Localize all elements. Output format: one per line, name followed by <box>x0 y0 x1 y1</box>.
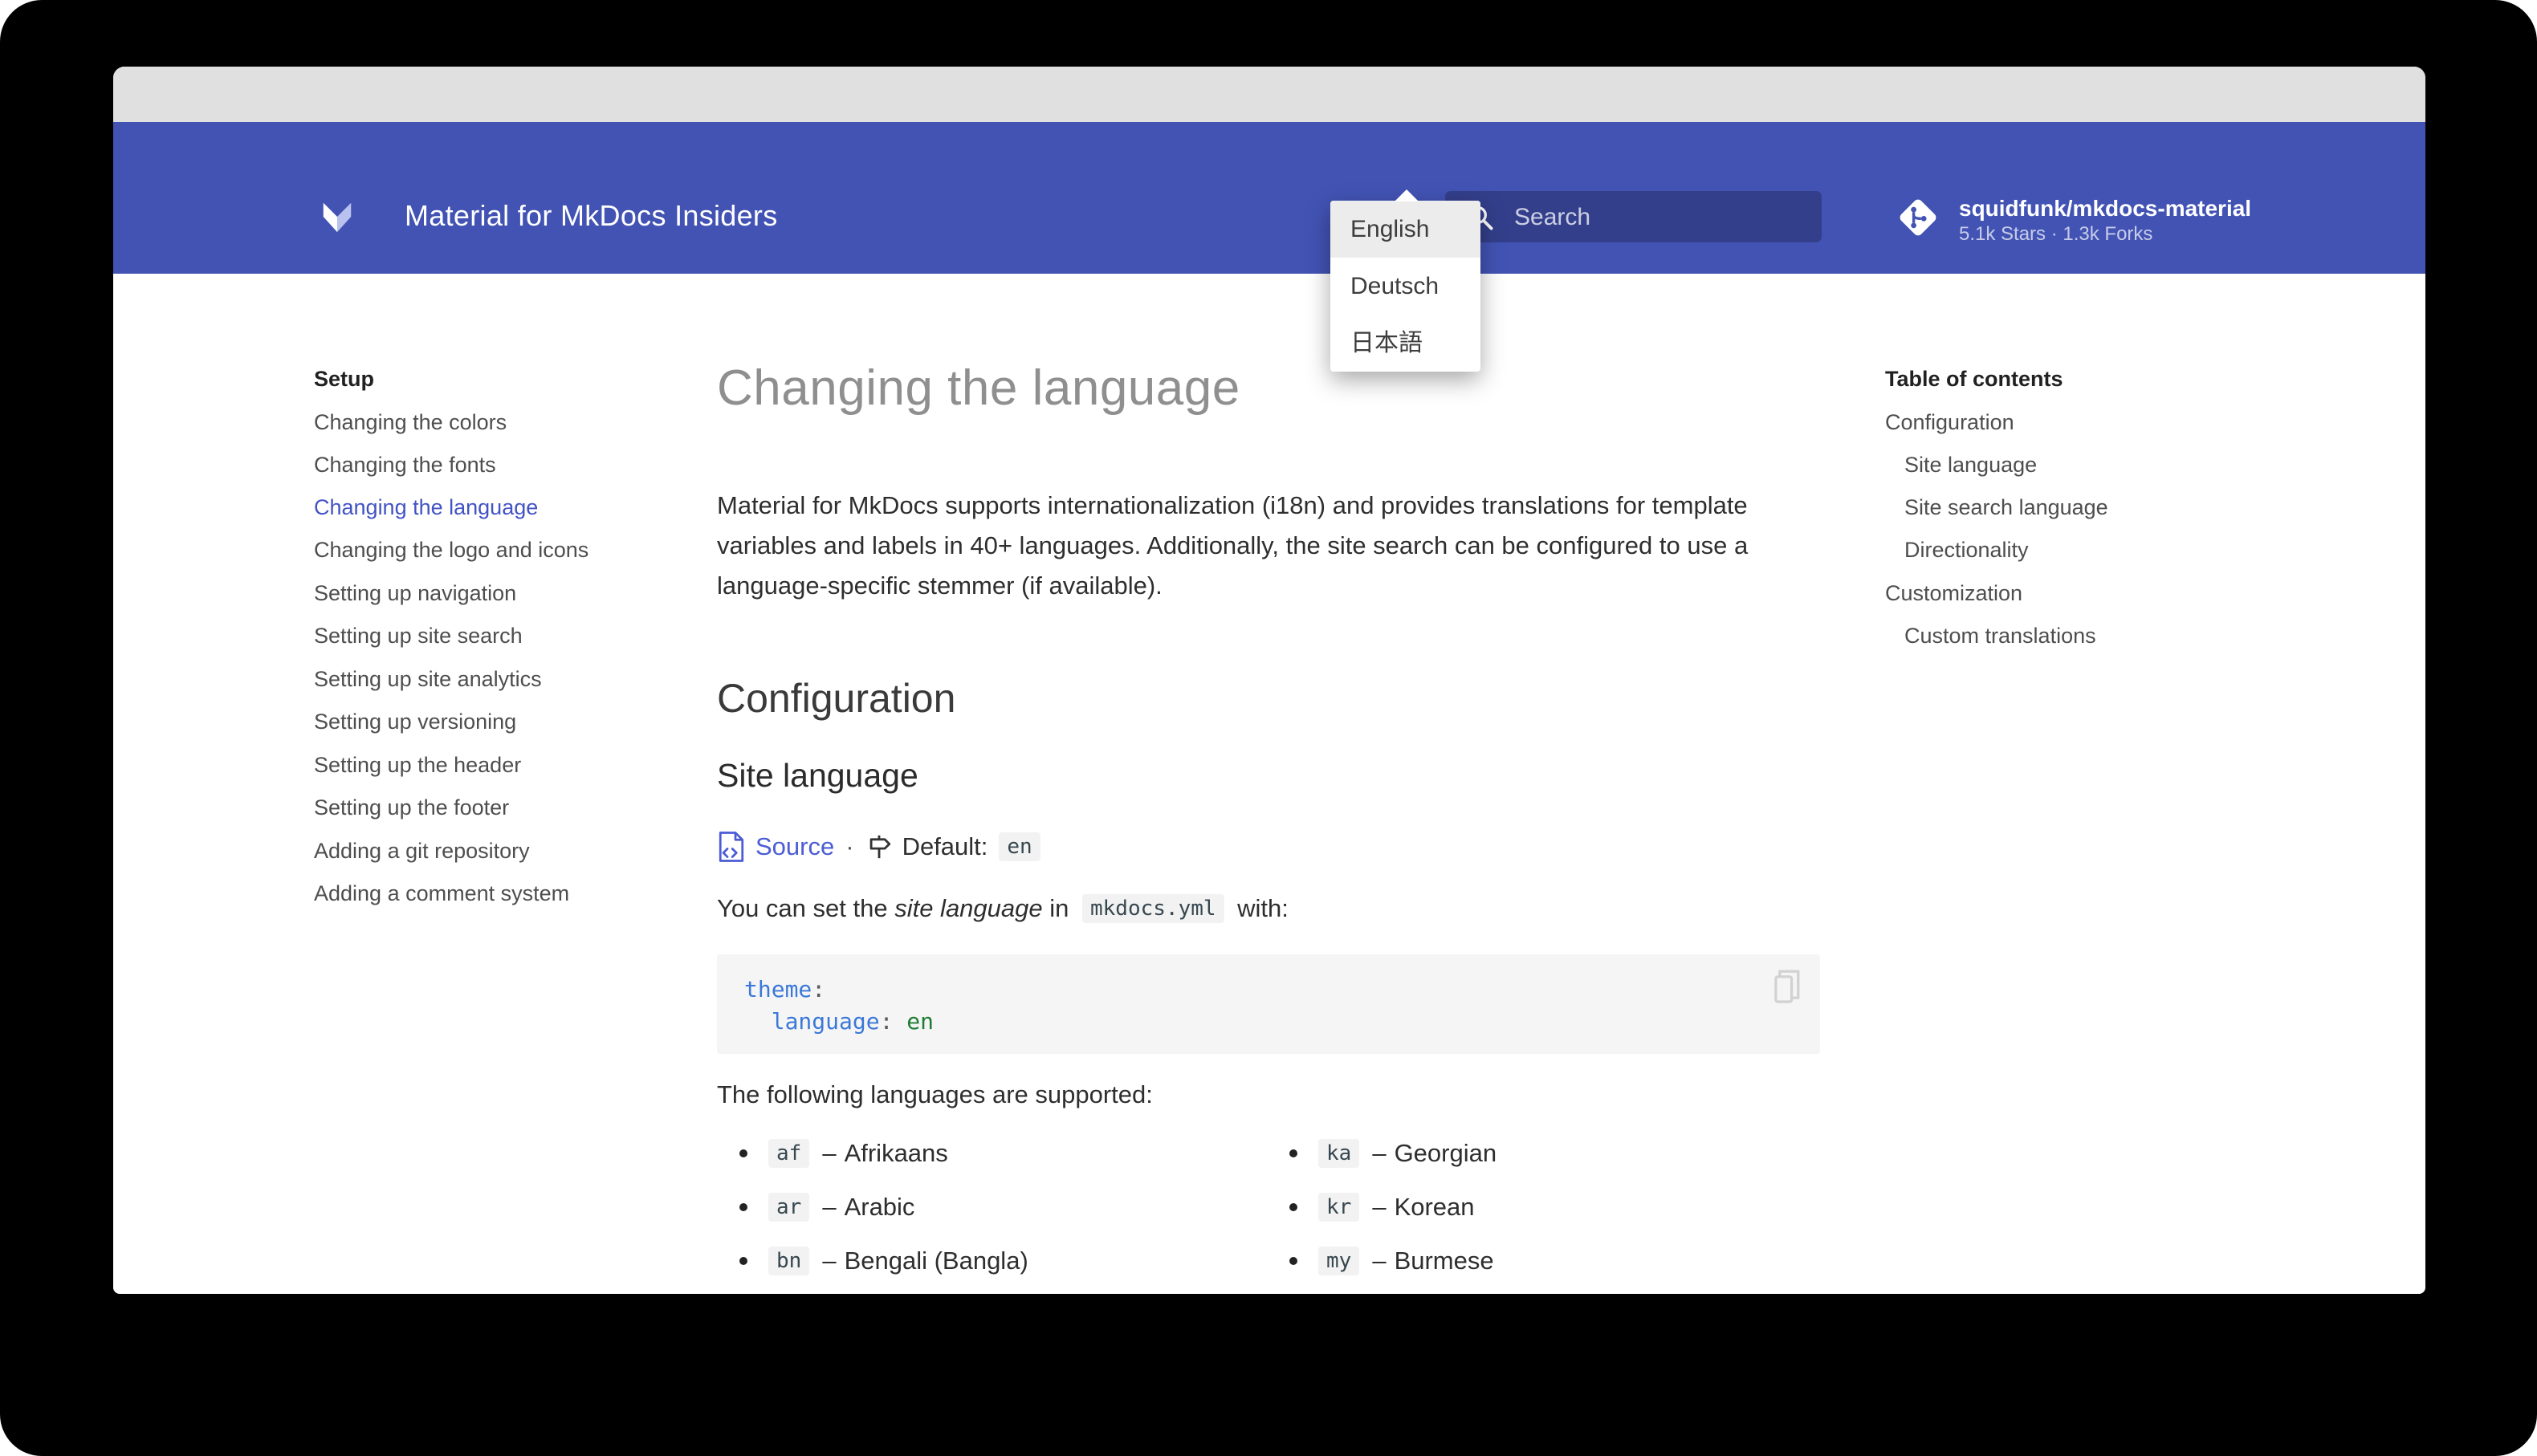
search-input[interactable] <box>1513 191 1805 244</box>
git-icon <box>1900 199 1936 236</box>
sidebar-item-footer[interactable]: Setting up the footer <box>314 795 509 820</box>
setpara-pre: You can set the <box>717 894 895 922</box>
lang-code-chip: kr <box>1318 1192 1360 1222</box>
milestone-flag-icon <box>869 835 890 859</box>
language-list-left: af – Afrikaans ar – Arabic bn – Bengali … <box>717 1126 1028 1287</box>
repo-link[interactable]: squidfunk/mkdocs-material 5.1k Stars · 1… <box>1896 196 2251 246</box>
lang-code-chip: af <box>768 1138 810 1168</box>
app-header: Material for MkDocs Insiders Home Gettin… <box>113 122 2425 303</box>
heading-configuration: Configuration <box>717 676 956 721</box>
repo-name: squidfunk/mkdocs-material <box>1959 196 2252 221</box>
toc-item-site-search-language[interactable]: Site search language <box>1904 495 2108 520</box>
bullet <box>739 1256 747 1265</box>
source-link[interactable]: Source <box>755 832 834 861</box>
browser-window: Material for MkDocs Insiders Home Gettin… <box>113 67 2425 1294</box>
language-option-english[interactable]: English <box>1330 201 1480 258</box>
language-option-japanese[interactable]: 日本語 <box>1330 315 1480 372</box>
tab-home[interactable]: Home <box>314 278 374 303</box>
setpara-mid: in <box>1042 894 1076 922</box>
toc-item-site-language[interactable]: Site language <box>1904 453 2037 478</box>
lang-code-chip: bn <box>768 1246 810 1275</box>
code-value-en: en <box>906 1008 935 1035</box>
toc-item-configuration[interactable]: Configuration <box>1885 410 2014 435</box>
set-language-paragraph: You can set the site language in mkdocs.… <box>717 894 1289 923</box>
lang-name: Korean <box>1394 1192 1475 1221</box>
bullet <box>1289 1149 1297 1157</box>
lang-name: Georgian <box>1394 1138 1497 1167</box>
setpara-italic: site language <box>894 894 1043 922</box>
default-label: Default: <box>902 832 988 860</box>
setpara-post: with: <box>1230 894 1289 922</box>
bullet <box>1289 1202 1297 1211</box>
lang-name: Arabic <box>844 1192 915 1221</box>
list-item: ar – Arabic <box>717 1180 1028 1234</box>
sidebar-item-changing-fonts[interactable]: Changing the fonts <box>314 453 496 478</box>
sidebar-item-logo-icons[interactable]: Changing the logo and icons <box>314 538 588 563</box>
sidebar-item-versioning[interactable]: Setting up versioning <box>314 710 516 734</box>
bullet <box>1289 1256 1297 1265</box>
toc-item-custom-translations[interactable]: Custom translations <box>1904 624 2096 649</box>
lang-name: Burmese <box>1394 1246 1494 1275</box>
list-item: af – Afrikaans <box>717 1126 1028 1180</box>
sidebar-item-comment-system[interactable]: Adding a comment system <box>314 881 569 906</box>
language-option-deutsch[interactable]: Deutsch <box>1330 258 1480 315</box>
source-default-line: Source · Default: en <box>717 828 1040 866</box>
language-menu-arrow <box>1395 189 1419 201</box>
material-mkdocs-logo[interactable] <box>318 197 356 234</box>
toc-title: Table of contents <box>1885 367 2063 391</box>
lang-name: Afrikaans <box>844 1138 948 1167</box>
sidebar-item-changing-colors[interactable]: Changing the colors <box>314 410 507 435</box>
sidebar-item-navigation[interactable]: Setting up navigation <box>314 581 516 606</box>
repo-stats: 5.1k Stars · 1.3k Forks <box>1959 223 2153 245</box>
tab-getting-started[interactable]: Getting started <box>420 278 568 303</box>
screenshot-backdrop: Material for MkDocs Insiders Home Gettin… <box>0 0 2537 1456</box>
sidebar-item-site-analytics[interactable]: Setting up site analytics <box>314 667 542 692</box>
page-title: Changing the language <box>717 360 1240 416</box>
sidebar-section-title: Setup <box>314 367 375 391</box>
lang-code-chip: ka <box>1318 1138 1360 1168</box>
heading-site-language: Site language <box>717 757 918 794</box>
code-block: theme: language: en <box>717 954 1820 1054</box>
list-item: kr – Korean <box>1267 1180 1497 1234</box>
bullet <box>739 1202 747 1211</box>
supported-languages-intro: The following languages are supported: <box>717 1080 1153 1108</box>
file-code-icon <box>719 832 744 862</box>
list-item: ka – Georgian <box>1267 1126 1497 1180</box>
code-keyword-language: language <box>771 1008 880 1035</box>
tab-changelog[interactable]: Changelog <box>870 278 979 303</box>
default-value-chip: en <box>999 832 1040 861</box>
separator-dot: · <box>845 832 854 860</box>
tab-reference[interactable]: Reference <box>721 278 825 303</box>
code-keyword-theme: theme <box>744 976 812 1003</box>
mkdocs-yml-chip: mkdocs.yml <box>1082 894 1224 923</box>
sidebar-item-header[interactable]: Setting up the header <box>314 753 521 778</box>
language-list-right: ka – Georgian kr – Korean my – Burmese <box>1267 1126 1497 1287</box>
lang-code-chip: my <box>1318 1246 1360 1275</box>
list-item: bn – Bengali (Bangla) <box>717 1234 1028 1287</box>
sidebar-item-git-repository[interactable]: Adding a git repository <box>314 839 530 864</box>
list-item: my – Burmese <box>1267 1234 1497 1287</box>
site-title[interactable]: Material for MkDocs Insiders <box>405 199 778 233</box>
window-titlebar[interactable] <box>113 67 2425 169</box>
copy-icon[interactable] <box>1770 969 1802 1006</box>
bullet <box>739 1149 747 1157</box>
nav-tabs: Home Getting started Setup Reference Cha… <box>314 278 979 303</box>
lang-code-chip: ar <box>768 1192 810 1222</box>
sidebar-item-changing-language[interactable]: Changing the language <box>314 495 538 520</box>
toc-item-customization[interactable]: Customization <box>1885 581 2022 606</box>
lang-name: Bengali (Bangla) <box>844 1246 1028 1275</box>
toc-item-directionality[interactable]: Directionality <box>1904 538 2029 563</box>
intro-paragraph: Material for MkDocs supports internation… <box>717 491 1749 600</box>
sidebar-item-site-search[interactable]: Setting up site search <box>314 624 523 649</box>
tab-setup[interactable]: Setup <box>613 278 675 303</box>
search-bar <box>1445 191 1822 244</box>
language-menu: English Deutsch 日本語 <box>1330 201 1480 372</box>
